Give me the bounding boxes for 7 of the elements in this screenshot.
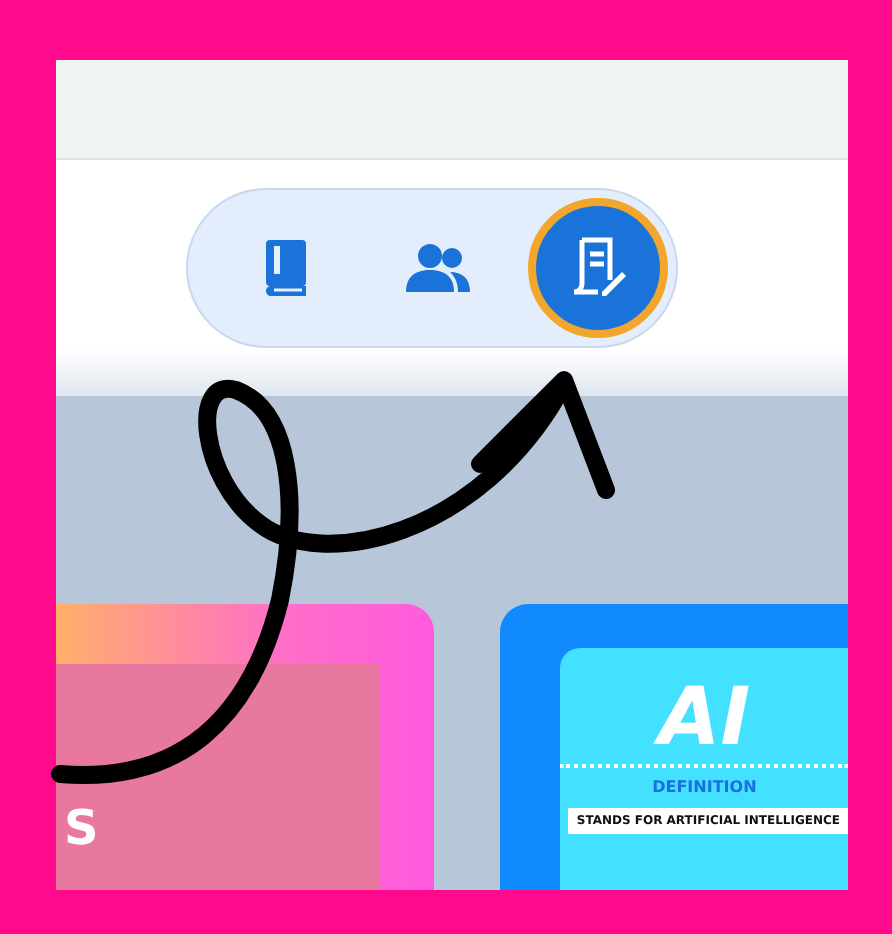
book-icon — [264, 238, 308, 298]
notes-button[interactable] — [528, 198, 668, 338]
card-title: AI — [658, 672, 751, 764]
people-icon — [404, 242, 472, 294]
definition-label: DEFINITION — [560, 764, 848, 796]
poster-text: S — [64, 800, 99, 856]
notes-edit-icon — [570, 236, 626, 300]
